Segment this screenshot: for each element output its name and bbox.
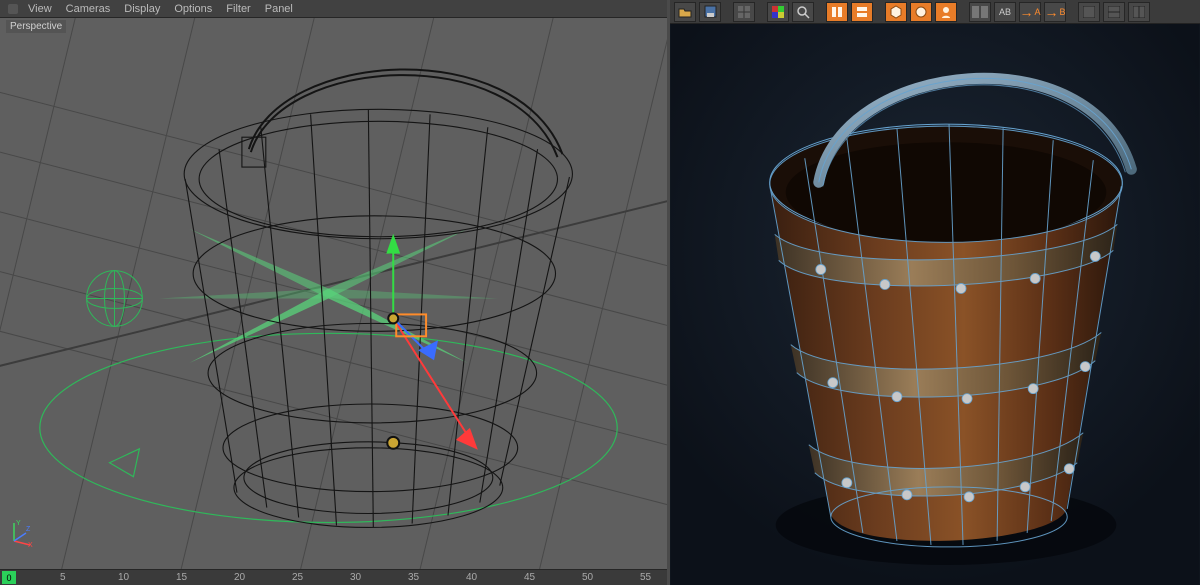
perspective-viewport[interactable]: Perspective [0,18,667,569]
collapse-control-icon[interactable] [8,4,18,14]
cube-icon[interactable] [885,2,907,22]
timeline-tick: 40 [466,572,477,583]
arrow-a-button[interactable]: →A [1019,2,1041,22]
timeline-tick: 50 [582,572,593,583]
timeline-tick: 35 [408,572,419,583]
menu-panel[interactable]: Panel [265,3,293,15]
open-folder-icon[interactable] [674,2,696,22]
shaded-icon[interactable] [910,2,932,22]
head-icon[interactable] [935,2,957,22]
swatch-icon[interactable] [767,2,789,22]
search-icon[interactable] [792,2,814,22]
library-a-icon[interactable] [826,2,848,22]
render-toolbar: AB →A →B [670,0,1200,24]
uv-b-icon[interactable] [1103,2,1125,22]
current-frame-indicator[interactable]: 0 [2,571,16,584]
menu-display[interactable]: Display [124,3,160,15]
rendered-bucket [670,24,1200,585]
texture-render-viewport[interactable] [670,24,1200,585]
save-icon[interactable] [699,2,721,22]
menu-filter[interactable]: Filter [226,3,250,15]
ab-text-icon[interactable]: AB [994,2,1016,22]
light-sphere-gizmo-icon [87,271,143,327]
arrow-b-button[interactable]: →B [1044,2,1066,22]
timeline-tick: 55 [640,572,651,583]
timeline-tick: 15 [176,572,187,583]
timeline-tick: 45 [524,572,535,583]
viewport-menubar: View Cameras Display Options Filter Pane… [0,0,667,18]
library-b-icon[interactable] [851,2,873,22]
timeline-tick: 20 [234,572,245,583]
menu-cameras[interactable]: Cameras [66,3,111,15]
ab-panel-icon[interactable] [969,2,991,22]
timeline-tick: 5 [60,572,66,583]
svg-text:Z: Z [26,526,31,533]
viewport-content [0,18,667,569]
grid-icon[interactable] [733,2,755,22]
timeline-tick: 10 [118,572,129,583]
svg-text:X: X [28,542,33,547]
uv-a-icon[interactable] [1078,2,1100,22]
timeline-tick: 25 [292,572,303,583]
timeline[interactable]: 0 5 10 15 20 25 30 35 40 45 50 55 [0,569,667,585]
uv-c-icon[interactable] [1128,2,1150,22]
menu-options[interactable]: Options [174,3,212,15]
axis-indicator-icon: Y X Z [8,519,36,547]
menu-view[interactable]: View [28,3,52,15]
svg-text:Y: Y [16,520,21,527]
timeline-tick: 30 [350,572,361,583]
